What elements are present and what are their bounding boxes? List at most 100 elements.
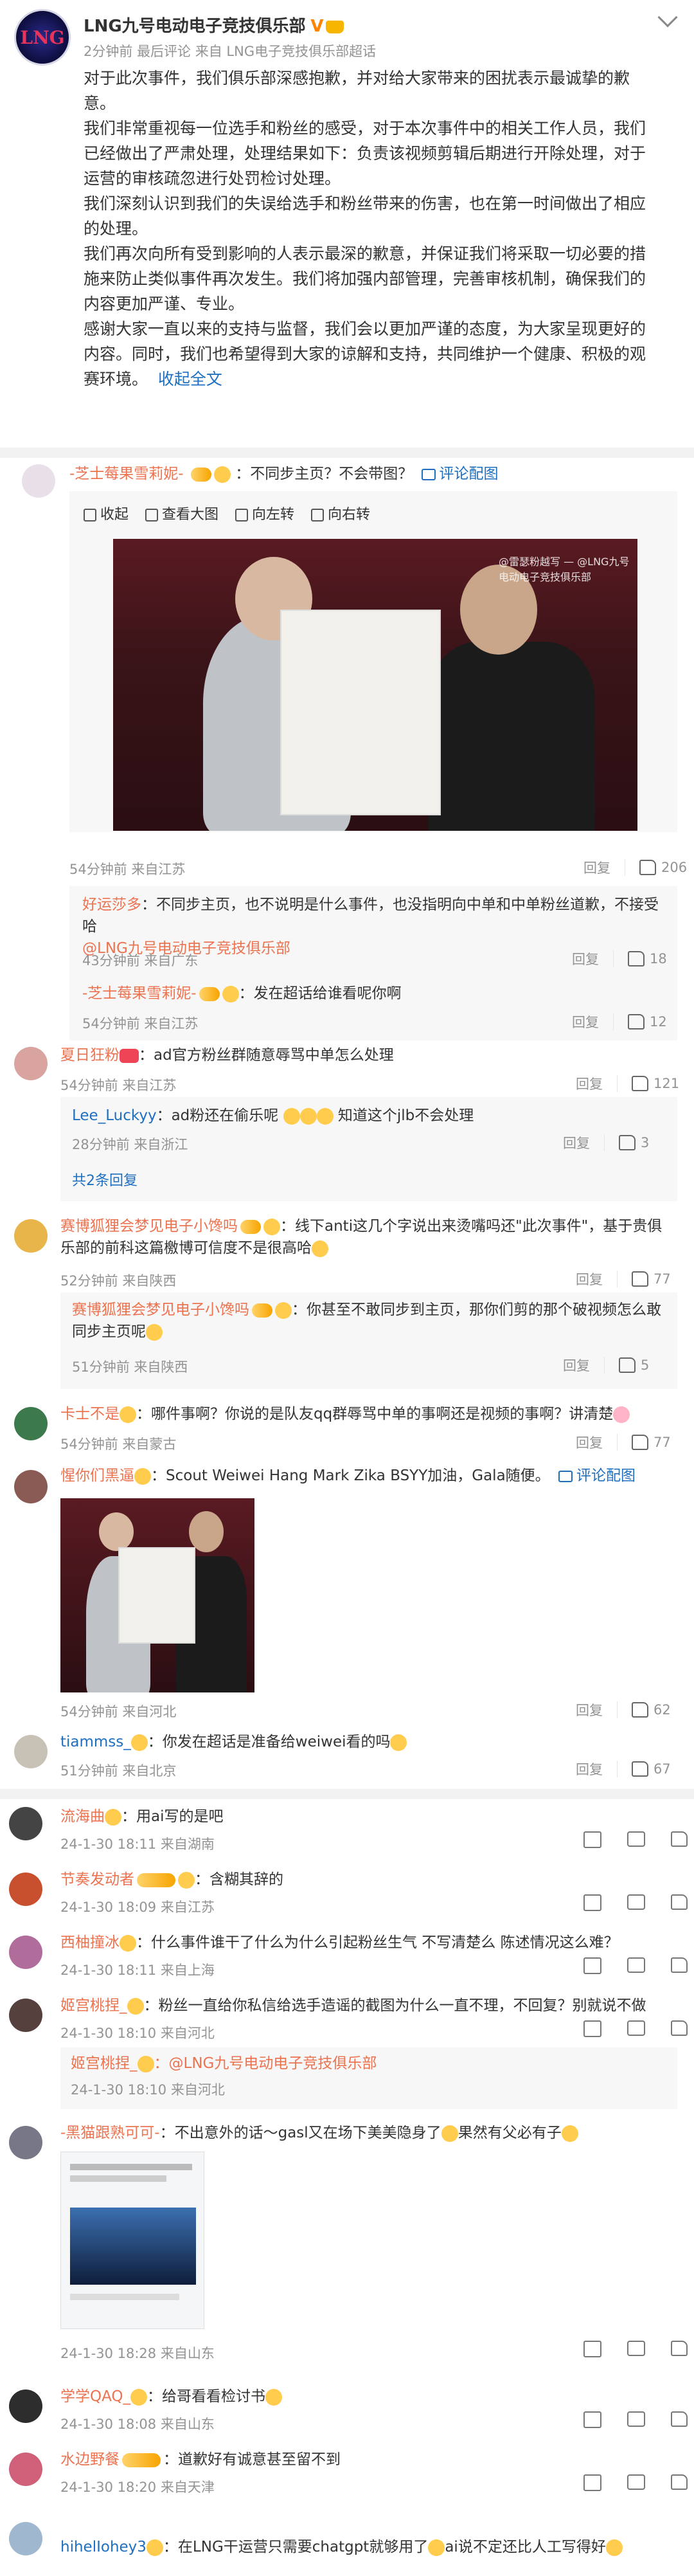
comment-user[interactable]: 赛博狐狸会梦见电子小馋吗 — [72, 1302, 249, 1318]
comment-time: 52分钟前 来自陕西 — [60, 1273, 177, 1289]
avatar[interactable] — [9, 2126, 42, 2159]
comment-photo[interactable]: @雷瑟粉越写 — @LNG九号电动电子竞技俱乐部 — [113, 539, 637, 831]
comment-icon[interactable] — [627, 2411, 645, 2427]
reply-button[interactable]: 回复 — [576, 1269, 603, 1289]
comment-icon[interactable] — [627, 2474, 645, 2490]
view-large-button[interactable]: 查看大图 — [145, 503, 218, 523]
avatar[interactable] — [9, 1807, 42, 1840]
comment-user[interactable]: 流海曲 — [60, 1808, 105, 1825]
comment-user[interactable]: 姬宫桃捏_ — [71, 2055, 138, 2072]
reply-button[interactable]: 回复 — [576, 1759, 603, 1779]
like-icon[interactable] — [671, 1831, 688, 1847]
avatar[interactable] — [9, 2522, 42, 2555]
comment-user[interactable]: -芝士莓果雪莉妮- — [82, 985, 197, 1002]
comment-user[interactable]: -芝士莓果雪莉妮- — [69, 466, 184, 482]
like-icon[interactable] — [632, 1271, 648, 1287]
avatar[interactable] — [9, 2390, 42, 2423]
like-icon[interactable] — [619, 1357, 636, 1373]
avatar[interactable] — [9, 1873, 42, 1906]
rotate-left-button[interactable]: 向左转 — [235, 503, 294, 523]
reply-button[interactable]: 回复 — [563, 1133, 590, 1152]
avatar[interactable] — [14, 1735, 48, 1768]
reply-button[interactable]: 回复 — [583, 858, 610, 877]
comment-time: 24-1-30 18:08 来自山东 — [60, 2417, 215, 2432]
share-icon[interactable] — [583, 1957, 601, 1974]
like-icon[interactable] — [671, 2020, 688, 2036]
share-icon[interactable] — [583, 1831, 601, 1848]
share-icon[interactable] — [583, 2341, 601, 2357]
like-icon[interactable] — [671, 1894, 688, 1910]
like-icon[interactable] — [619, 1135, 636, 1150]
share-icon[interactable] — [583, 2411, 601, 2428]
comment-icon[interactable] — [627, 1894, 645, 1910]
comment-user[interactable]: 卡士不是 — [60, 1406, 120, 1422]
like-icon[interactable] — [632, 1761, 648, 1777]
collapse-image-button[interactable]: 收起 — [84, 503, 129, 523]
comment-text: ：给哥看看检讨书 — [147, 2388, 266, 2405]
sub-comment: -芝士莓果雪莉妮- ：发在超话给谁看呢你啊 — [82, 983, 402, 1004]
like-icon[interactable] — [671, 2474, 688, 2490]
comment-icon[interactable] — [627, 1957, 645, 1973]
avatar[interactable] — [14, 1219, 48, 1253]
like-icon[interactable] — [632, 1435, 648, 1450]
like-icon[interactable] — [632, 1702, 648, 1718]
comment-image-link[interactable]: 评论配图 — [576, 1467, 636, 1484]
comment-icon[interactable] — [627, 1831, 645, 1847]
comment-icon[interactable] — [627, 2020, 645, 2036]
like-icon[interactable] — [671, 2411, 688, 2427]
reply-button[interactable]: 回复 — [576, 1700, 603, 1719]
like-icon[interactable] — [671, 1957, 688, 1973]
comment-user[interactable]: 好运莎多 — [82, 896, 141, 913]
comment-user[interactable]: tiammss_ — [60, 1734, 131, 1750]
like-icon[interactable] — [639, 860, 656, 875]
share-icon[interactable] — [583, 2474, 601, 2491]
post-author[interactable]: LNG九号电动电子竞技俱乐部 — [84, 17, 306, 36]
sub-comment: 赛博狐狸会梦见电子小馋吗 ：你甚至不敢同步到主页，那你们剪的那个破视频怎么敢同步主… — [72, 1299, 663, 1343]
avatar[interactable] — [9, 1999, 42, 2032]
comment-screenshot[interactable] — [60, 2152, 204, 2329]
comment-image-link[interactable]: 评论配图 — [440, 466, 499, 482]
share-icon[interactable] — [583, 2020, 601, 2037]
avatar[interactable] — [14, 1407, 48, 1440]
avatar[interactable] — [22, 464, 55, 498]
comment-user[interactable]: 节奏发动者 — [60, 1871, 134, 1888]
avatar[interactable] — [9, 2453, 42, 2486]
comment-text: ：不同步主页？不会带图？ — [235, 466, 413, 482]
comment-user[interactable]: 水边野餐 — [60, 2451, 120, 2468]
like-icon[interactable] — [671, 2341, 688, 2356]
comment: 姬宫桃捏_ ：粉丝一直给你私信给选手造谣的截图为什么一直不理，不回复？别就说不做 — [60, 1995, 677, 2017]
post-line: 我们再次向所有受到影响的人表示最深的歉意，并保证我们将采取一切必要的措 — [84, 244, 646, 263]
reply-button[interactable]: 回复 — [572, 949, 599, 968]
reply-button[interactable]: 回复 — [563, 1356, 590, 1375]
share-icon[interactable] — [583, 1894, 601, 1911]
comment-user[interactable]: Lee_Luckyy — [72, 1107, 157, 1124]
reply-button[interactable]: 回复 — [572, 1012, 599, 1031]
comment-user[interactable]: 学学QAQ_ — [60, 2388, 130, 2405]
comment-user[interactable]: 西柚撞冰 — [60, 1934, 120, 1951]
comment-time: 24-1-30 18:09 来自江苏 — [60, 1900, 215, 1915]
reply-button[interactable]: 回复 — [576, 1074, 603, 1093]
club-avatar[interactable]: LNG — [14, 9, 71, 66]
like-icon[interactable] — [632, 1076, 648, 1091]
comment-user[interactable]: 赛博狐狸会梦见电子小馋吗 — [60, 1218, 238, 1235]
avatar[interactable] — [14, 1047, 48, 1080]
more-replies-link[interactable]: 共2条回复 — [72, 1169, 138, 1190]
comment-icon[interactable] — [627, 2341, 645, 2356]
comment-user[interactable]: 惺你们黑逼 — [60, 1467, 134, 1484]
sub-comment: 姬宫桃捏_ ：@LNG九号电动电子竞技俱乐部 — [71, 2053, 377, 2074]
avatar[interactable] — [14, 1470, 48, 1503]
comment-user[interactable]: -黑猫跟熟可可- — [60, 2125, 160, 2141]
post-source[interactable]: 来自 LNG电子竞技俱乐部超话 — [195, 44, 376, 59]
chevron-down-icon[interactable] — [657, 7, 678, 28]
reply-button[interactable]: 回复 — [576, 1433, 603, 1452]
like-icon[interactable] — [628, 951, 645, 966]
comment-user[interactable]: hihelIohey3 — [60, 2539, 147, 2555]
post-line: 感谢大家一直以来的支持与监督，我们会以更加严谨的态度，为大家呈现更好的 — [84, 320, 646, 338]
avatar[interactable] — [9, 1936, 42, 1969]
rotate-right-button[interactable]: 向右转 — [311, 503, 370, 523]
collapse-link[interactable]: 收起全文 — [158, 370, 222, 388]
like-icon[interactable] — [628, 1014, 645, 1029]
comment-user[interactable]: 姬宫桃捏_ — [60, 1997, 127, 2014]
comment-photo[interactable] — [60, 1498, 254, 1692]
comment-user[interactable]: 夏日狂粉 — [60, 1047, 120, 1064]
